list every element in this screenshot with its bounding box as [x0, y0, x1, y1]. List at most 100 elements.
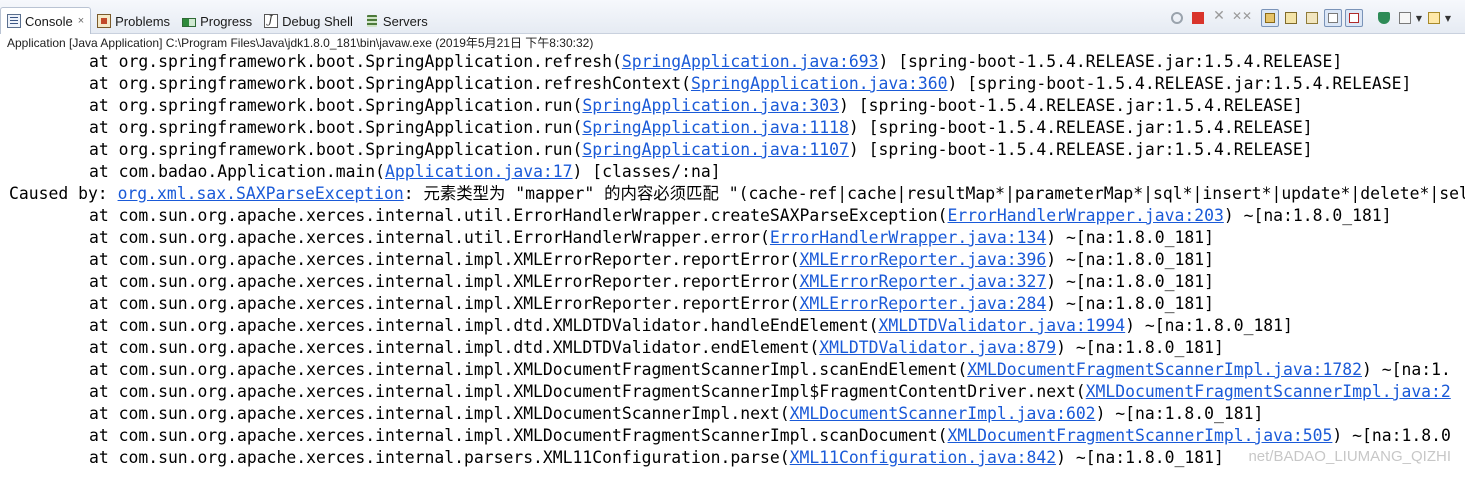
tab-label: Problems	[115, 13, 171, 29]
chevron-down-icon[interactable]: ▼	[1416, 14, 1422, 23]
stack-trace-line: at com.sun.org.apache.xerces.internal.im…	[89, 271, 1214, 293]
line-text: at com.sun.org.apache.xerces.internal.ut…	[89, 206, 948, 225]
source-link[interactable]: XML11Configuration.java:842	[790, 448, 1056, 467]
stack-trace-line: at com.sun.org.apache.xerces.internal.im…	[89, 381, 1451, 403]
line-text: at org.springframework.boot.SpringApplic…	[89, 96, 583, 115]
line-text: at org.springframework.boot.SpringApplic…	[89, 52, 622, 71]
line-text: ) ~[na:1.	[1362, 360, 1451, 379]
line-text: at com.sun.org.apache.xerces.internal.im…	[89, 360, 968, 379]
stdout-icon	[1328, 13, 1338, 23]
source-link[interactable]: XMLErrorReporter.java:327	[800, 272, 1047, 291]
line-text: Caused by:	[9, 184, 118, 203]
stack-trace-line: at com.sun.org.apache.xerces.internal.im…	[89, 403, 1263, 425]
source-link[interactable]: SpringApplication.java:1118	[582, 118, 848, 137]
line-text: : 元素类型为 "mapper" 的内容必须匹配 "(cache-ref|cac…	[403, 184, 1465, 203]
source-link[interactable]: Application.java:17	[385, 162, 573, 181]
problems-icon	[97, 14, 112, 28]
pin-console-button[interactable]	[1375, 9, 1393, 27]
stack-trace-line: at org.springframework.boot.SpringApplic…	[89, 95, 1303, 117]
tab-label: Debug Shell	[282, 13, 353, 29]
stack-trace-line: at com.sun.org.apache.xerces.internal.im…	[89, 293, 1214, 315]
word-wrap-icon	[1306, 12, 1318, 24]
stop-icon	[1192, 12, 1204, 24]
tab-debug-shell[interactable]: Debug Shell	[258, 8, 359, 34]
word-wrap-button[interactable]	[1303, 9, 1321, 27]
line-text: at org.springframework.boot.SpringApplic…	[89, 74, 691, 93]
source-link[interactable]: SpringApplication.java:360	[691, 74, 948, 93]
source-link[interactable]: XMLDocumentFragmentScannerImpl.java:505	[948, 426, 1333, 445]
source-link[interactable]: SpringApplication.java:303	[582, 96, 839, 115]
show-on-stderr-button[interactable]	[1345, 9, 1363, 27]
toolbar-separator	[1252, 9, 1258, 27]
line-text: ) ~[na:1.8.0_181]	[1046, 228, 1214, 247]
tab-label: Servers	[382, 13, 428, 29]
source-link[interactable]: XMLDocumentScannerImpl.java:602	[790, 404, 1096, 423]
source-link[interactable]: ErrorHandlerWrapper.java:203	[948, 206, 1224, 225]
watermark: net/BADAO_LIUMANG_QIZHI	[1248, 448, 1451, 465]
line-text: ) ~[na:1.8.0_181]	[1223, 206, 1392, 225]
source-link[interactable]: XMLDTDValidator.java:879	[819, 338, 1056, 357]
source-link[interactable]: XMLDocumentFragmentScannerImpl.java:2	[1086, 382, 1451, 401]
console-icon	[7, 14, 21, 28]
tab-console[interactable]: Console ×	[0, 7, 92, 34]
line-text: ) [spring-boot-1.5.4.RELEASE.jar:1.5.4.R…	[947, 74, 1412, 93]
line-text: at com.sun.org.apache.xerces.internal.im…	[89, 426, 948, 445]
line-text: at com.sun.org.apache.xerces.internal.pa…	[89, 448, 790, 467]
source-link[interactable]: XMLDocumentFragmentScannerImpl.java:1782	[967, 360, 1362, 379]
eclipse-console-view: Console × Problems Progress Debug Shell …	[0, 0, 1465, 478]
show-on-stdout-button[interactable]	[1324, 9, 1342, 27]
line-text: ) ~[na:1.8.0_181]	[1095, 404, 1264, 423]
progress-icon	[182, 18, 197, 27]
line-text: at com.sun.org.apache.xerces.internal.im…	[89, 294, 800, 313]
source-link[interactable]: SpringApplication.java:1107	[582, 140, 848, 159]
line-text: at com.sun.org.apache.xerces.internal.im…	[89, 338, 820, 357]
chevron-down-icon[interactable]: ▼	[1445, 14, 1451, 23]
line-text: ) ~[na:1.8.0_181]	[1056, 338, 1224, 357]
source-link[interactable]: XMLErrorReporter.java:284	[800, 294, 1047, 313]
remove-launch-button[interactable]: ✕	[1210, 9, 1228, 27]
line-text: at com.sun.org.apache.xerces.internal.im…	[89, 250, 800, 269]
console-output[interactable]: at org.springframework.boot.SpringApplic…	[0, 51, 1465, 478]
process-label: Application [Java Application] C:\Progra…	[7, 36, 594, 50]
line-text: at com.sun.org.apache.xerces.internal.im…	[89, 404, 790, 423]
open-console-button[interactable]: ▼	[1425, 9, 1451, 27]
scroll-lock-icon	[1285, 12, 1297, 24]
source-link[interactable]: ErrorHandlerWrapper.java:134	[770, 228, 1046, 247]
source-link[interactable]: XMLErrorReporter.java:396	[800, 250, 1047, 269]
line-text: ) [spring-boot-1.5.4.RELEASE.jar:1.5.4.R…	[878, 52, 1343, 71]
source-link[interactable]: org.xml.sax.SAXParseException	[118, 184, 404, 203]
stack-trace-line: at org.springframework.boot.SpringApplic…	[89, 117, 1313, 139]
line-text: at com.sun.org.apache.xerces.internal.im…	[89, 382, 1086, 401]
stack-trace-line: at com.badao.Application.main(Applicatio…	[89, 161, 721, 183]
line-text: ) [spring-boot-1.5.4.RELEASE.jar:1.5.4.R…	[838, 96, 1303, 115]
stack-trace-line: at com.sun.org.apache.xerces.internal.ut…	[89, 227, 1214, 249]
view-tabs: Console × Problems Progress Debug Shell …	[0, 6, 434, 34]
terminate-button[interactable]	[1189, 9, 1207, 27]
remove-icon: ✕	[1213, 8, 1225, 24]
tab-servers[interactable]: Servers	[359, 8, 434, 34]
line-text: at org.springframework.boot.SpringApplic…	[89, 140, 583, 159]
stack-trace-line: at com.sun.org.apache.xerces.internal.im…	[89, 337, 1224, 359]
line-text: ) [spring-boot-1.5.4.RELEASE.jar:1.5.4.R…	[848, 140, 1313, 159]
stack-trace-line: at com.sun.org.apache.xerces.internal.im…	[89, 315, 1293, 337]
stderr-icon	[1349, 13, 1359, 23]
scroll-lock-button[interactable]	[1282, 9, 1300, 27]
source-link[interactable]: XMLDTDValidator.java:1994	[878, 316, 1125, 335]
display-console-button[interactable]: ▼	[1396, 9, 1422, 27]
close-icon[interactable]: ×	[78, 15, 84, 27]
clear-console-button[interactable]	[1261, 9, 1279, 27]
stack-trace-line: at org.springframework.boot.SpringApplic…	[89, 73, 1411, 95]
stack-trace-line: at com.sun.org.apache.xerces.internal.ut…	[89, 205, 1392, 227]
line-text: ) ~[na:1.8.0_181]	[1046, 272, 1214, 291]
line-text: ) ~[na:1.8.0_181]	[1046, 250, 1214, 269]
line-text: ) ~[na:1.8.0	[1332, 426, 1451, 445]
stack-trace-line: at org.springframework.boot.SpringApplic…	[89, 51, 1342, 73]
source-link[interactable]: SpringApplication.java:693	[622, 52, 879, 71]
line-text: at com.badao.Application.main(	[89, 162, 386, 181]
tab-progress[interactable]: Progress	[176, 8, 258, 34]
line-text: ) [spring-boot-1.5.4.RELEASE.jar:1.5.4.R…	[848, 118, 1313, 137]
toolbar-separator	[1366, 9, 1372, 27]
tab-problems[interactable]: Problems	[91, 8, 176, 34]
relaunch-button[interactable]	[1168, 9, 1186, 27]
remove-all-terminated-button[interactable]: ✕✕	[1231, 9, 1252, 27]
